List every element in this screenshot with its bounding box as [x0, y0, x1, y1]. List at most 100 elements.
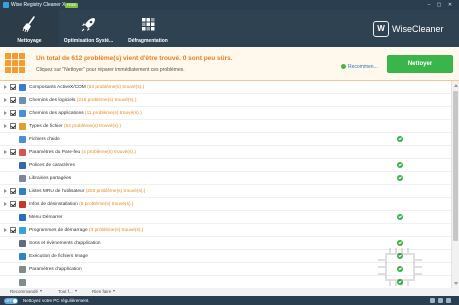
minimize-button[interactable]: –: [425, 1, 433, 9]
expand-arrow-icon[interactable]: [4, 111, 7, 115]
recommend-link[interactable]: Recommen...: [341, 64, 378, 70]
item-name: Fichiers d'aide: [29, 137, 60, 142]
item-name: Menu Démarrer: [29, 215, 63, 220]
auto-clean-toggle[interactable]: OFF: [4, 297, 18, 304]
item-checkbox[interactable]: [10, 227, 16, 233]
app-window: { "window": { "title": "Wise Registry Cl…: [0, 0, 459, 305]
category-icon: [19, 214, 26, 221]
brand-name: WiseCleaner: [392, 24, 444, 34]
item-name: Polices de caractères: [29, 163, 75, 168]
scroll-up-icon[interactable]: [453, 84, 458, 87]
item-name: Listes MRU de l'utilisateur: [29, 189, 85, 194]
edition-badge: FREE: [65, 2, 79, 8]
category-icon: [19, 240, 26, 247]
item-name: Composants ActiveX/COM: [29, 85, 86, 90]
item-label: Menu Démarrer: [29, 214, 63, 221]
expand-arrow-icon[interactable]: [4, 124, 7, 128]
selection-actions: Recommandé Tout f... Rien faire: [0, 288, 459, 296]
item-checkbox[interactable]: [10, 201, 16, 207]
issue-count: (4 problème(s) trouvé(s).): [81, 150, 136, 155]
title-bar: Wise Registry Cleaner X FREE – ▢ ✕: [0, 0, 459, 10]
category-icon: [19, 123, 26, 130]
tab-label: Optimisation Systè...: [63, 38, 114, 44]
expand-arrow-icon[interactable]: [4, 150, 7, 154]
close-button[interactable]: ✕: [446, 1, 454, 9]
ok-check-icon: [397, 214, 403, 220]
list-item[interactable]: Programmes de démarrage (3 problème(s) t…: [0, 224, 451, 237]
result-banner: Un total de 612 problème(s) vient d'être…: [0, 47, 459, 81]
app-icon: [3, 2, 9, 8]
item-name: Types de fichier: [29, 124, 63, 129]
item-name: Exécution de fichiers Image: [29, 254, 88, 259]
main-toolbar: Nettoyage Optimisation Systè... Défragme…: [0, 10, 459, 47]
item-name: Librairies partagées: [29, 176, 72, 181]
item-checkbox[interactable]: [10, 84, 16, 90]
item-label: Chemins des logiciels (215 problème(s) t…: [29, 97, 136, 104]
list-item[interactable]: Fichiers d'aide: [0, 133, 451, 146]
list-item[interactable]: Composants ActiveX/COM (53 problème(s) t…: [0, 81, 451, 94]
brand[interactable]: W WiseCleaner: [373, 21, 453, 37]
wisecleaner-logo: W: [373, 21, 389, 37]
expand-arrow-icon[interactable]: [4, 202, 7, 206]
chip-watermark-icon: [378, 248, 422, 286]
list-item[interactable]: Chemins des logiciels (215 problème(s) t…: [0, 94, 451, 107]
issue-count: (5 problème(s) trouvé(s).): [79, 202, 134, 207]
select-all-dropdown[interactable]: Tout f...: [58, 289, 77, 295]
item-name: Chemins des applications: [29, 111, 84, 116]
email-icon[interactable]: [430, 298, 435, 303]
tab-defragmentation[interactable]: Défragmentation: [118, 10, 178, 47]
tab-nettoyage[interactable]: Nettoyage: [0, 10, 59, 47]
recommend-icon: [341, 64, 346, 69]
item-label: Composants ActiveX/COM (53 problème(s) t…: [29, 84, 144, 91]
tab-optimisation[interactable]: Optimisation Systè...: [59, 10, 118, 47]
category-icon: [19, 162, 26, 169]
select-none-dropdown[interactable]: Rien faire: [92, 289, 115, 295]
item-label: Paramètres d'application: [29, 266, 82, 273]
expand-arrow-icon[interactable]: [4, 228, 7, 232]
category-icon: [19, 227, 26, 234]
feedback-icon[interactable]: [446, 298, 451, 303]
item-checkbox[interactable]: [10, 188, 16, 194]
list-item[interactable]: Types de fichier (52 problème(s) trouvé(…: [0, 120, 451, 133]
list-item[interactable]: Paramètres du Pare-feu (4 problème(s) tr…: [0, 146, 451, 159]
item-checkbox[interactable]: [10, 149, 16, 155]
result-subtext: Cliquez sur "Nettoyer" pour réparer immé…: [36, 67, 185, 73]
expand-arrow-icon[interactable]: [4, 85, 7, 89]
ok-check-icon: [397, 136, 403, 142]
expand-arrow-icon[interactable]: [4, 189, 7, 193]
item-checkbox[interactable]: [10, 123, 16, 129]
scroll-thumb[interactable]: [453, 91, 458, 241]
list-item[interactable]: Librairies partagées: [0, 172, 451, 185]
list-item[interactable]: Infos de désinstallation (5 problème(s) …: [0, 198, 451, 211]
status-bar: OFF Nettoyez votre PC régulièrement.: [0, 296, 459, 305]
item-label: Sons et évènements d'application: [29, 240, 101, 247]
expand-arrow-icon[interactable]: [4, 98, 7, 102]
item-label: Programmes de démarrage (3 problème(s) t…: [29, 227, 143, 234]
fix-button[interactable]: Nettoyer: [387, 55, 453, 73]
item-name: Programmes de démarrage: [29, 228, 88, 233]
rocket-icon: [81, 18, 95, 32]
toggle-state: OFF: [5, 298, 13, 303]
list-item[interactable]: Menu Démarrer: [0, 211, 451, 224]
category-icon: [19, 188, 26, 195]
scroll-down-icon[interactable]: [453, 282, 458, 285]
list-item[interactable]: Chemins des applications (11 problème(s)…: [0, 107, 451, 120]
list-item[interactable]: Listes MRU de l'utilisateur (203 problèm…: [0, 185, 451, 198]
item-label: Librairies partagées: [29, 175, 71, 182]
defrag-grid-icon: [142, 18, 155, 31]
list-scrollbar[interactable]: [451, 81, 459, 288]
social-icon[interactable]: [438, 298, 443, 303]
recommended-dropdown[interactable]: Recommandé: [10, 289, 42, 295]
issue-count: (53 problème(s) trouvé(s).): [87, 85, 145, 90]
tab-label: Défragmentation: [128, 38, 168, 44]
item-label: Infos de désinstallation (5 problème(s) …: [29, 201, 134, 208]
category-icon: [19, 136, 26, 143]
item-checkbox[interactable]: [10, 110, 16, 116]
ok-check-icon: [397, 175, 403, 181]
issue-count: (11 problème(s) trouvé(s).): [85, 111, 142, 116]
maximize-button[interactable]: ▢: [435, 1, 443, 9]
item-checkbox[interactable]: [10, 97, 16, 103]
list-item[interactable]: Polices de caractères: [0, 159, 451, 172]
status-text: Nettoyez votre PC régulièrement.: [23, 297, 90, 303]
tab-label: Nettoyage: [17, 38, 42, 44]
